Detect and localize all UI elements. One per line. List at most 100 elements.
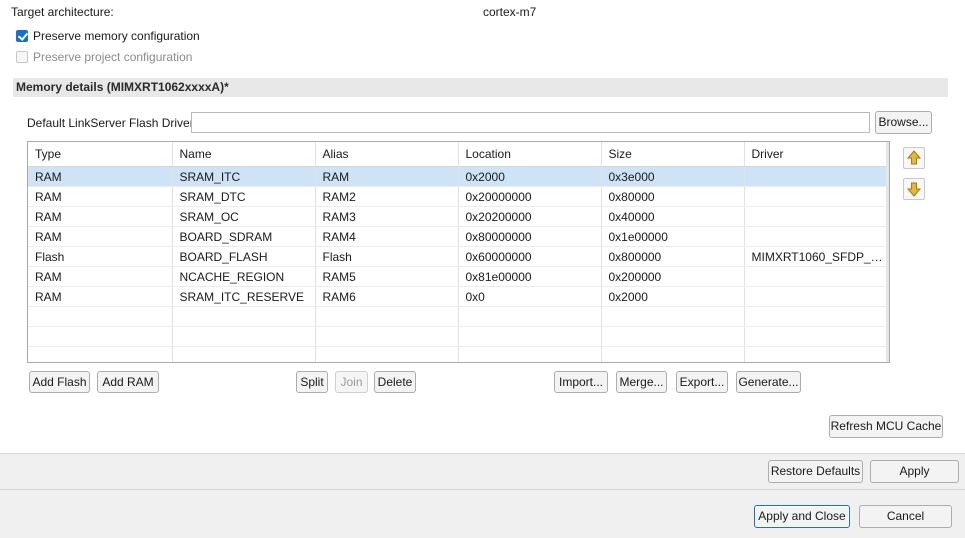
restore-defaults-button[interactable]: Restore Defaults xyxy=(768,460,863,483)
join-button: Join xyxy=(335,371,368,393)
split-button[interactable]: Split xyxy=(296,371,328,393)
flash-driver-input[interactable] xyxy=(191,112,870,133)
delete-button[interactable]: Delete xyxy=(374,371,416,393)
cell-driver[interactable] xyxy=(744,206,888,227)
cell-alias[interactable]: RAM3 xyxy=(315,206,459,227)
cell-driver[interactable] xyxy=(744,226,888,247)
preserve-project-checkbox xyxy=(16,51,28,63)
table-row[interactable]: Flash BOARD_FLASH Flash 0x60000000 0x800000 M… xyxy=(28,246,888,267)
cell-alias[interactable]: RAM2 xyxy=(315,186,459,207)
flash-driver-label: Default LinkServer Flash Driver xyxy=(27,116,194,130)
column-header-driver[interactable]: Driver xyxy=(744,142,888,167)
cell-location xyxy=(458,306,602,327)
cell-type[interactable]: RAM xyxy=(28,226,173,247)
cell-size[interactable]: 0x3e000 xyxy=(601,166,745,187)
cell-alias[interactable]: RAM6 xyxy=(315,286,459,307)
cell-name[interactable]: SRAM_DTC xyxy=(172,186,316,207)
cell-driver xyxy=(744,306,888,327)
merge-button[interactable]: Merge... xyxy=(616,371,667,393)
column-header-location[interactable]: Location xyxy=(458,142,602,167)
table-scrollbar[interactable] xyxy=(886,142,889,362)
cell-name[interactable]: SRAM_OC xyxy=(172,206,316,227)
apply-and-close-button[interactable]: Apply and Close xyxy=(754,505,850,528)
table-row[interactable]: RAM SRAM_OC RAM3 0x20200000 0x40000 xyxy=(28,206,888,227)
cell-size xyxy=(601,306,745,327)
cell-alias[interactable]: RAM xyxy=(315,166,459,187)
footer-divider-mid xyxy=(0,489,965,490)
table-row[interactable]: RAM SRAM_ITC RAM 0x2000 0x3e000 xyxy=(28,166,888,187)
column-header-size[interactable]: Size xyxy=(601,142,745,167)
cell-alias[interactable]: Flash xyxy=(315,246,459,267)
cell-size[interactable]: 0x800000 xyxy=(601,246,745,267)
refresh-mcu-cache-button[interactable]: Refresh MCU Cache xyxy=(829,415,943,438)
generate-button[interactable]: Generate... xyxy=(736,371,801,393)
table-row[interactable]: RAM SRAM_ITC_RESERVE RAM6 0x0 0x2000 xyxy=(28,286,888,307)
preserve-project-label: Preserve project configuration xyxy=(33,50,193,64)
browse-button[interactable]: Browse... xyxy=(875,111,932,134)
cell-name[interactable]: BOARD_FLASH xyxy=(172,246,316,267)
cell-type xyxy=(28,346,173,362)
cell-name[interactable]: NCACHE_REGION xyxy=(172,266,316,287)
cell-alias xyxy=(315,306,459,327)
cell-driver[interactable] xyxy=(744,286,888,307)
cell-alias xyxy=(315,346,459,362)
export-button[interactable]: Export... xyxy=(676,371,728,393)
column-header-name[interactable]: Name xyxy=(172,142,316,167)
cell-location[interactable]: 0x2000 xyxy=(458,166,602,187)
cell-name[interactable]: SRAM_ITC xyxy=(172,166,316,187)
cell-size[interactable]: 0x80000 xyxy=(601,186,745,207)
cell-size[interactable]: 0x1e00000 xyxy=(601,226,745,247)
cell-driver[interactable]: MIMXRT1060_SFDP_QS... xyxy=(744,246,888,267)
table-header-row: Type Name Alias Location Size Driver xyxy=(28,142,888,167)
table-empty-row xyxy=(28,326,888,347)
cell-location[interactable]: 0x0 xyxy=(458,286,602,307)
cell-driver[interactable] xyxy=(744,186,888,207)
cell-location[interactable]: 0x20200000 xyxy=(458,206,602,227)
cell-location[interactable]: 0x81e00000 xyxy=(458,266,602,287)
table-row[interactable]: RAM BOARD_SDRAM RAM4 0x80000000 0x1e00000 xyxy=(28,226,888,247)
table-row[interactable]: RAM NCACHE_REGION RAM5 0x81e00000 0x200000 xyxy=(28,266,888,287)
apply-button[interactable]: Apply xyxy=(870,460,959,483)
add-flash-button[interactable]: Add Flash xyxy=(29,371,90,393)
cell-driver[interactable] xyxy=(744,266,888,287)
preserve-memory-checkbox[interactable] xyxy=(16,30,28,42)
cell-location[interactable]: 0x60000000 xyxy=(458,246,602,267)
column-header-alias[interactable]: Alias xyxy=(315,142,459,167)
cell-type[interactable]: RAM xyxy=(28,266,173,287)
arrow-up-icon xyxy=(906,150,922,165)
cell-driver xyxy=(744,346,888,362)
table-empty-row xyxy=(28,346,888,362)
cell-type xyxy=(28,306,173,327)
cell-location xyxy=(458,346,602,362)
cell-driver[interactable] xyxy=(744,166,888,187)
memory-details-header: Memory details (MIMXRT1062xxxxA)* xyxy=(13,78,948,97)
cell-type[interactable]: RAM xyxy=(28,186,173,207)
cell-name[interactable]: BOARD_SDRAM xyxy=(172,226,316,247)
cell-size[interactable]: 0x2000 xyxy=(601,286,745,307)
cell-name[interactable]: SRAM_ITC_RESERVE xyxy=(172,286,316,307)
cell-size xyxy=(601,346,745,362)
cell-alias[interactable]: RAM5 xyxy=(315,266,459,287)
cell-type[interactable]: Flash xyxy=(28,246,173,267)
cell-location[interactable]: 0x20000000 xyxy=(458,186,602,207)
cell-location[interactable]: 0x80000000 xyxy=(458,226,602,247)
cell-type xyxy=(28,326,173,347)
cell-type[interactable]: RAM xyxy=(28,206,173,227)
table-row[interactable]: RAM SRAM_DTC RAM2 0x20000000 0x80000 xyxy=(28,186,888,207)
table-empty-row xyxy=(28,306,888,327)
column-header-type[interactable]: Type xyxy=(28,142,173,167)
cell-type[interactable]: RAM xyxy=(28,166,173,187)
cancel-button[interactable]: Cancel xyxy=(859,505,952,528)
preserve-memory-label[interactable]: Preserve memory configuration xyxy=(33,29,200,43)
move-down-button[interactable] xyxy=(903,178,925,200)
cell-location xyxy=(458,326,602,347)
cell-size[interactable]: 0x200000 xyxy=(601,266,745,287)
cell-alias[interactable]: RAM4 xyxy=(315,226,459,247)
add-ram-button[interactable]: Add RAM xyxy=(97,371,159,393)
cell-type[interactable]: RAM xyxy=(28,286,173,307)
move-up-button[interactable] xyxy=(903,147,925,169)
cell-size[interactable]: 0x40000 xyxy=(601,206,745,227)
footer-divider-top xyxy=(0,453,965,454)
import-button[interactable]: Import... xyxy=(554,371,608,393)
cell-name xyxy=(172,306,316,327)
